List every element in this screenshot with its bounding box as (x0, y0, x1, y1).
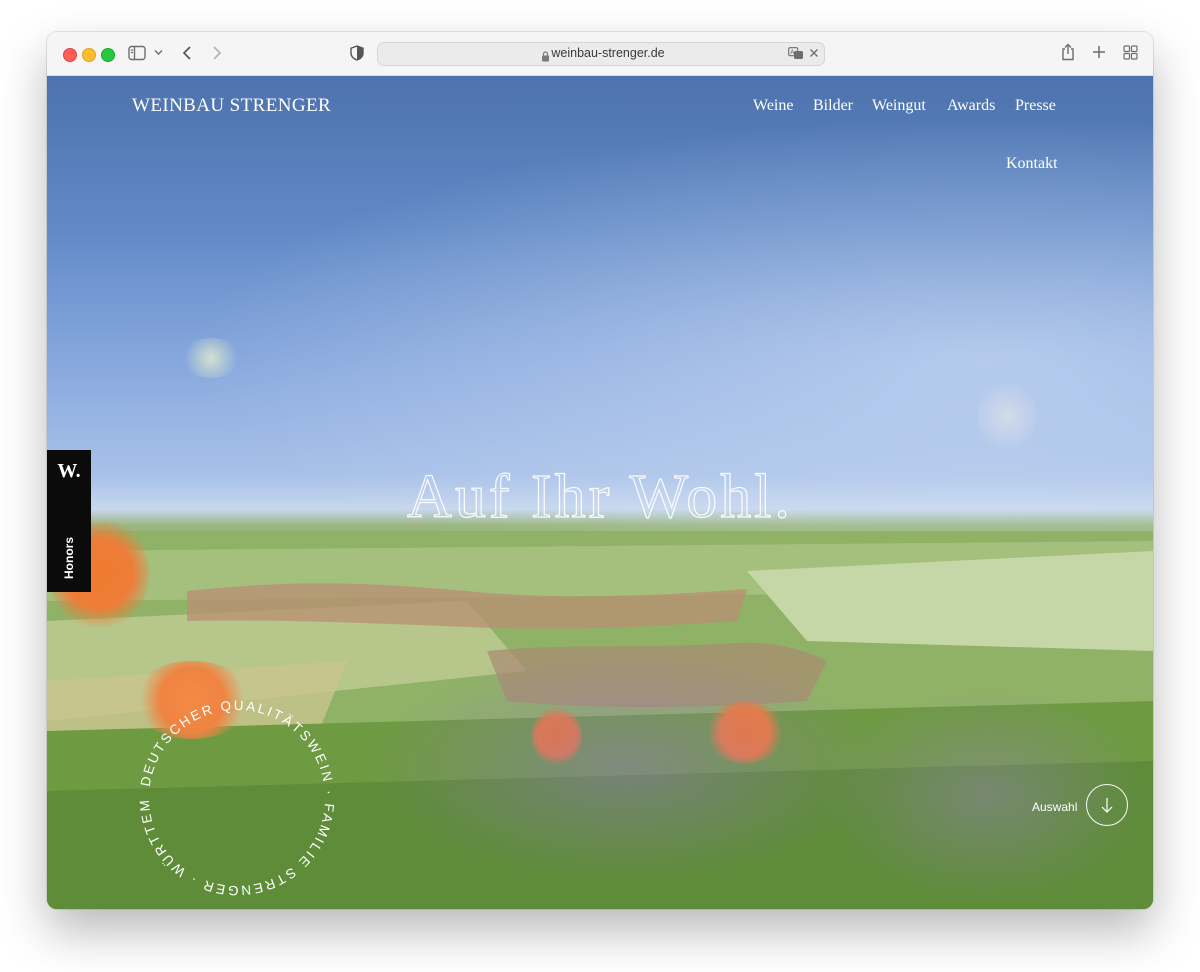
tab-overview-icon[interactable] (1123, 45, 1138, 60)
quality-seal: DEUTSCHER QUALITÄTSWEIN · FAMILIE STRENG… (127, 688, 337, 898)
brand-logo[interactable]: WEINBAU STRENGER (132, 95, 331, 117)
flower-stem (977, 376, 1037, 456)
honors-label: Honors (62, 537, 76, 579)
zoom-window-button[interactable] (101, 48, 115, 62)
hero-section: WEINBAU STRENGER Weine Bilder Weingut Aw… (47, 76, 1153, 909)
nav-item-bilder[interactable]: Bilder (813, 97, 853, 115)
browser-toolbar: weinbau-strenger.de A (47, 32, 1153, 76)
share-icon[interactable] (1061, 43, 1075, 61)
arrow-down-icon (1101, 798, 1113, 813)
plus-icon[interactable] (1092, 45, 1106, 59)
nav-item-awards[interactable]: Awards (947, 97, 995, 115)
close-icon[interactable] (809, 48, 819, 58)
nav-item-weine[interactable]: Weine (753, 97, 793, 115)
nav-item-presse[interactable]: Presse (1015, 97, 1056, 115)
flower-stem (179, 338, 243, 378)
nav-item-weingut[interactable]: Weingut (872, 97, 926, 115)
scroll-label[interactable]: Auswahl (1032, 800, 1077, 814)
close-window-button[interactable] (63, 48, 77, 62)
back-arrow-icon[interactable] (181, 45, 193, 61)
seal-text: DEUTSCHER QUALITÄTSWEIN · FAMILIE STRENG… (127, 688, 335, 898)
honors-mark: W. (57, 460, 81, 482)
scroll-down-button[interactable] (1086, 784, 1128, 826)
privacy-shield-icon[interactable] (350, 45, 364, 61)
svg-text:DEUTSCHER QUALITÄTSWEIN · FAMI: DEUTSCHER QUALITÄTSWEIN · FAMILIE STRENG… (127, 688, 337, 898)
nav-item-kontakt[interactable]: Kontakt (1006, 155, 1058, 173)
chevron-down-icon[interactable] (154, 49, 163, 56)
url-text: weinbau-strenger.de (551, 46, 665, 60)
minimize-window-button[interactable] (82, 48, 96, 62)
address-bar[interactable]: weinbau-strenger.de A (377, 42, 825, 66)
honors-tab[interactable]: W. Honors (47, 450, 91, 592)
hero-title: Auf Ihr Wohl. (406, 462, 793, 531)
browser-window: weinbau-strenger.de A WEINBAU STRENGER W… (47, 32, 1153, 909)
translate-icon[interactable]: A (788, 47, 804, 60)
forward-arrow-icon[interactable] (211, 45, 223, 61)
sidebar-icon[interactable] (128, 45, 146, 61)
